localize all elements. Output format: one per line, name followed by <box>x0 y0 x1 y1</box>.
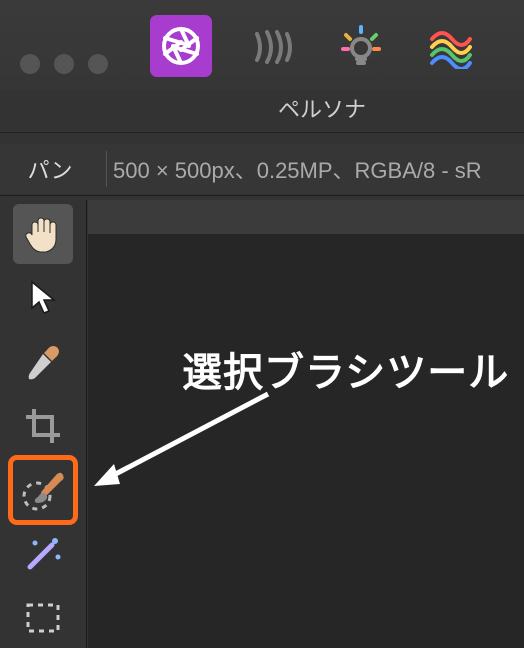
persona-section-label: ペルソナ <box>278 92 366 124</box>
color-picker-tool[interactable] <box>13 332 73 392</box>
title-bar <box>0 0 524 90</box>
tone-map-persona-button[interactable] <box>420 15 482 77</box>
move-tool[interactable] <box>13 268 73 328</box>
wave-lines-icon <box>249 24 293 68</box>
crop-icon <box>23 406 63 446</box>
window-traffic-lights <box>20 54 108 74</box>
selection-brush-icon <box>19 466 67 514</box>
context-toolbar: パン 500 × 500px、0.25MP、RGBA/8 - sR <box>0 144 524 194</box>
traffic-min-icon[interactable] <box>54 54 74 74</box>
view-hand-tool[interactable] <box>13 204 73 264</box>
crop-tool[interactable] <box>13 396 73 456</box>
context-tool-name: パン <box>0 153 100 185</box>
annotation-arrow-icon <box>90 386 280 496</box>
magic-wand-icon <box>22 533 64 575</box>
persona-switcher <box>150 15 482 77</box>
traffic-zoom-icon[interactable] <box>88 54 108 74</box>
develop-persona-button[interactable] <box>330 15 392 77</box>
divider <box>0 195 524 196</box>
smart-selection-tool[interactable] <box>13 524 73 584</box>
divider <box>0 132 524 133</box>
idea-bulb-icon <box>338 23 384 69</box>
traffic-close-icon[interactable] <box>20 54 40 74</box>
divider <box>106 151 107 187</box>
cursor-arrow-icon <box>28 280 58 316</box>
tools-panel <box>0 200 87 648</box>
horizontal-ruler[interactable] <box>88 200 524 235</box>
aperture-icon <box>159 24 203 68</box>
dashed-rect-icon <box>25 602 61 634</box>
marquee-selection-tool[interactable] <box>13 588 73 648</box>
selection-brush-tool[interactable] <box>13 460 73 520</box>
eyedropper-icon <box>23 342 63 382</box>
hand-icon <box>24 213 62 255</box>
rainbow-waves-icon <box>428 23 474 69</box>
liquify-persona-button[interactable] <box>240 15 302 77</box>
photo-persona-button[interactable] <box>150 15 212 77</box>
document-info-label: 500 × 500px、0.25MP、RGBA/8 - sR <box>113 153 482 185</box>
